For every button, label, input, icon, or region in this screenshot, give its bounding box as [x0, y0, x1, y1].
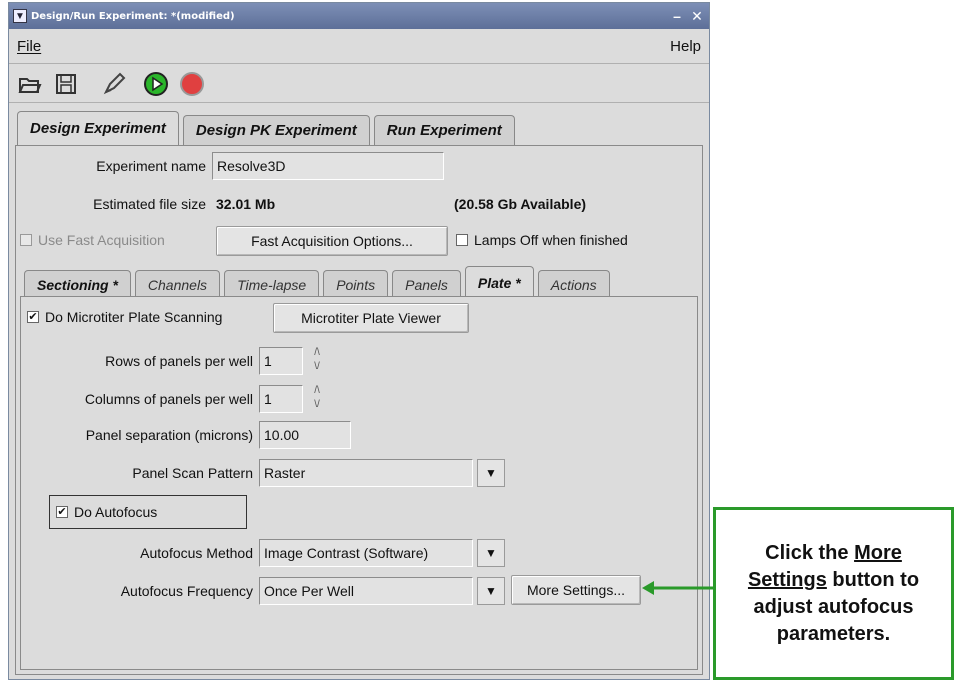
chevron-down-icon[interactable]: ▼ [477, 539, 505, 567]
chevron-down-icon[interactable]: ▼ [477, 459, 505, 487]
menu-file[interactable]: File [17, 38, 41, 55]
checkbox-checked-icon: ✔ [56, 506, 68, 518]
run-icon[interactable] [143, 71, 169, 97]
do-plate-scanning-checkbox[interactable]: ✔ Do Microtiter Plate Scanning [27, 309, 222, 325]
plate-viewer-button[interactable]: Microtiter Plate Viewer [273, 303, 469, 333]
title-bar[interactable]: ▼ Design/Run Experiment: *(modified) – ✕ [9, 3, 709, 29]
edit-icon[interactable] [101, 71, 127, 97]
autofocus-frequency-select[interactable]: Once Per Well [259, 577, 473, 605]
plate-panel: ✔ Do Microtiter Plate Scanning Microtite… [20, 296, 698, 670]
tab-points[interactable]: Points [323, 270, 389, 298]
instruction-callout: Click the More Settings button to adjust… [713, 507, 954, 680]
tab-design-pk-experiment[interactable]: Design PK Experiment [182, 115, 370, 145]
file-size-value: 32.01 Mb [216, 196, 276, 212]
autofocus-box: ✔ Do Autofocus [49, 495, 247, 529]
checkbox-unchecked-icon [456, 234, 468, 246]
tab-sectioning[interactable]: Sectioning * [24, 270, 131, 298]
window-title: Design/Run Experiment: *(modified) [31, 10, 235, 22]
columns-label: Columns of panels per well [84, 391, 253, 407]
file-size-label: Estimated file size [93, 196, 206, 212]
toolbar [9, 65, 709, 103]
stop-icon[interactable] [179, 71, 205, 97]
chevron-down-icon[interactable]: ▼ [477, 577, 505, 605]
main-tabs: Design Experiment Design PK Experiment R… [17, 111, 519, 145]
design-experiment-panel: Experiment name Resolve3D Estimated file… [15, 145, 703, 675]
menu-bar: File Help [9, 30, 709, 64]
rows-input[interactable]: 1 [259, 347, 303, 375]
columns-spinner-icon[interactable]: /\ \/ [309, 383, 325, 413]
callout-arrow [642, 581, 714, 595]
tab-channels[interactable]: Channels [134, 270, 221, 298]
autofocus-frequency-label: Autofocus Frequency [120, 583, 253, 599]
separation-input[interactable]: 10.00 [259, 421, 351, 449]
save-icon[interactable] [53, 71, 79, 97]
tab-actions[interactable]: Actions [537, 270, 610, 298]
fast-acquisition-options-button[interactable]: Fast Acquisition Options... [216, 226, 448, 256]
scan-pattern-select[interactable]: Raster [259, 459, 473, 487]
tab-time-lapse[interactable]: Time-lapse [224, 270, 320, 298]
menu-help[interactable]: Help [670, 38, 701, 55]
callout-text: Click the More Settings button to adjust… [747, 541, 920, 645]
separation-label: Panel separation (microns) [85, 427, 253, 443]
experiment-window: ▼ Design/Run Experiment: *(modified) – ✕… [8, 2, 710, 680]
experiment-name-label: Experiment name [96, 158, 206, 174]
columns-input[interactable]: 1 [259, 385, 303, 413]
tab-plate[interactable]: Plate * [464, 266, 534, 298]
checkbox-unchecked-icon [20, 234, 32, 246]
tab-run-experiment[interactable]: Run Experiment [373, 115, 515, 145]
rows-label: Rows of panels per well [105, 353, 253, 369]
window-menu-icon[interactable]: ▼ [13, 9, 27, 23]
more-settings-button[interactable]: More Settings... [511, 575, 641, 605]
rows-spinner-icon[interactable]: /\ \/ [309, 345, 325, 375]
do-autofocus-checkbox[interactable]: ✔ Do Autofocus [56, 504, 157, 520]
autofocus-method-select[interactable]: Image Contrast (Software) [259, 539, 473, 567]
available-space: (20.58 Gb Available) [454, 196, 587, 212]
open-icon[interactable] [17, 71, 43, 97]
close-icon[interactable]: ✕ [689, 8, 705, 24]
scan-pattern-label: Panel Scan Pattern [132, 465, 253, 481]
lamps-off-checkbox[interactable]: Lamps Off when finished [456, 232, 628, 248]
tab-design-experiment[interactable]: Design Experiment [17, 111, 179, 145]
use-fast-acquisition-checkbox[interactable]: Use Fast Acquisition [20, 232, 165, 248]
checkbox-checked-icon: ✔ [27, 311, 39, 323]
experiment-name-input[interactable]: Resolve3D [212, 152, 444, 180]
sub-tabs: Sectioning * Channels Time-lapse Points … [24, 266, 614, 298]
tab-panels[interactable]: Panels [392, 270, 461, 298]
autofocus-method-label: Autofocus Method [140, 545, 253, 561]
minimize-icon[interactable]: – [669, 8, 685, 24]
